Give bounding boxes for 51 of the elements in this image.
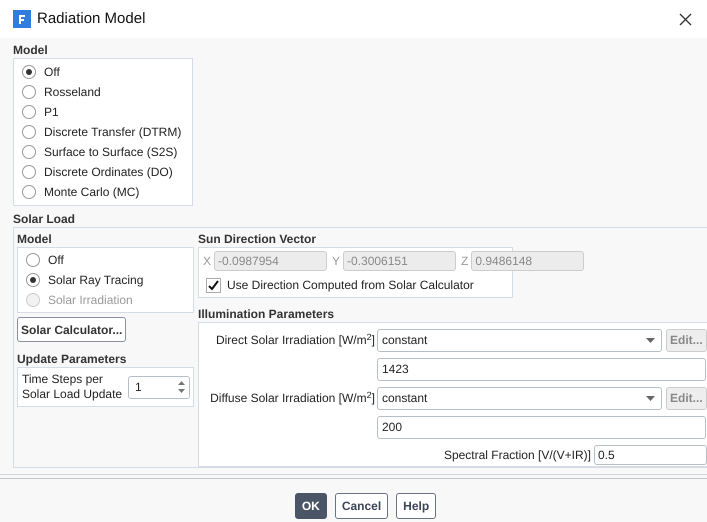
field-label: Spectral Fraction [V/(V+IR)] — [444, 446, 592, 464]
radio-label: Surface to Surface (S2S) — [44, 144, 178, 161]
spin-arrows-icon[interactable] — [177, 379, 186, 395]
checkbox-label: Use Direction Computed from Solar Calculator — [227, 277, 474, 294]
radio-label: Off — [48, 252, 64, 269]
section-heading: Solar Load — [13, 211, 76, 227]
radio-label: Off — [44, 64, 60, 81]
radio-button[interactable] — [22, 65, 36, 79]
radio-button[interactable] — [22, 165, 36, 179]
radio-label: Rosseland — [44, 84, 101, 101]
dialog-button[interactable]: Cancel — [334, 493, 388, 519]
caret-icon — [646, 396, 655, 401]
radio-label: P1 — [44, 104, 59, 121]
radio-label: Discrete Ordinates (DO) — [44, 164, 173, 181]
section-heading: Model — [17, 231, 53, 247]
dialog-button[interactable]: OK — [294, 493, 327, 519]
section-heading: Update Parameters — [17, 351, 128, 367]
field-label: Direct Solar Irradiation [W/m$^{2}$] — [214, 331, 376, 350]
radio-button[interactable] — [26, 273, 40, 287]
field-label: X — [203, 253, 212, 270]
section-heading: Model — [13, 42, 49, 58]
field-label: Z — [461, 253, 468, 270]
dropdown[interactable]: constant — [377, 386, 662, 410]
radio-button[interactable] — [22, 125, 36, 139]
radio-label: Solar Ray Tracing — [48, 272, 144, 289]
radio-button[interactable] — [22, 145, 36, 159]
section-heading: Sun Direction Vector — [198, 231, 318, 247]
input-field[interactable]: 200 — [377, 416, 706, 439]
dropdown[interactable]: constant — [377, 328, 662, 352]
input-field[interactable]: 1423 — [377, 358, 706, 381]
radio-button[interactable] — [22, 105, 36, 119]
radio-button[interactable] — [22, 185, 36, 199]
window-title: Radiation Model — [37, 8, 146, 29]
field-value: 1 — [135, 379, 143, 396]
radio-button[interactable] — [22, 85, 36, 99]
field-label: Y — [332, 253, 340, 270]
radio-label: Discrete Transfer (DTRM) — [44, 124, 182, 141]
radio-label: Monte Carlo (MC) — [44, 184, 140, 201]
caret-icon — [646, 338, 655, 343]
app-logo-icon — [13, 10, 31, 28]
dialog-button[interactable]: Help — [396, 493, 436, 519]
input-field[interactable]: 0.5 — [594, 444, 707, 465]
field-label: Time Steps per Solar Load Update — [22, 372, 124, 402]
radio-label: Solar Irradiation — [48, 292, 133, 309]
close-icon[interactable] — [679, 12, 692, 26]
spin-box[interactable]: 1 — [128, 376, 190, 398]
checkbox[interactable] — [206, 278, 221, 292]
radio-button[interactable] — [26, 253, 40, 267]
section-heading: Illumination Parameters — [198, 306, 336, 322]
field-label: Diffuse Solar Irradiation [W/m$^{2}$] — [209, 389, 376, 408]
solar-calculator-button[interactable]: Solar Calculator... — [17, 317, 126, 342]
